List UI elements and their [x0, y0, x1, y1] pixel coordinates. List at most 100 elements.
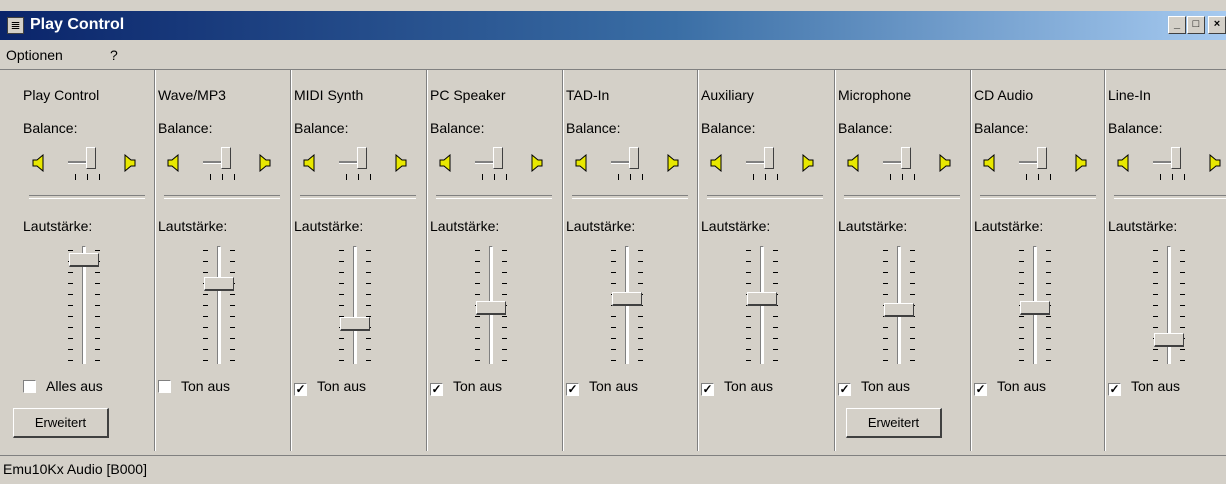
balance-slider-thumb[interactable]: [1037, 147, 1047, 169]
mute-checkbox-row[interactable]: ✓ Ton aus: [294, 378, 366, 396]
mute-checkbox[interactable]: [158, 380, 171, 393]
separator: [300, 195, 416, 199]
balance-slider-thumb[interactable]: [901, 147, 911, 169]
mute-checkbox[interactable]: ✓: [838, 383, 851, 396]
balance-slider-thumb[interactable]: [357, 147, 367, 169]
volume-tick: [339, 338, 344, 339]
volume-tick: [638, 261, 643, 262]
mute-checkbox[interactable]: ✓: [701, 383, 714, 396]
volume-tick: [1019, 338, 1024, 339]
advanced-button[interactable]: Erweitert: [13, 408, 109, 438]
volume-tick: [230, 349, 235, 350]
balance-slider-thumb[interactable]: [1171, 147, 1181, 169]
volume-tick: [910, 360, 915, 361]
volume-tick: [1180, 283, 1185, 284]
volume-tick: [1180, 349, 1185, 350]
volume-tick: [366, 294, 371, 295]
balance-slider-thumb[interactable]: [764, 147, 774, 169]
balance-tick: [777, 174, 778, 180]
volume-tick: [230, 305, 235, 306]
volume-slider-thumb[interactable]: [476, 301, 506, 316]
volume-tick: [230, 294, 235, 295]
balance-label: Balance:: [1108, 120, 1163, 136]
volume-slider-thumb[interactable]: [747, 291, 777, 306]
title-bar[interactable]: ≣ Play Control _ □ ×: [0, 11, 1226, 40]
mute-checkbox-row[interactable]: ✓ Ton aus: [1108, 378, 1180, 396]
volume-tick: [611, 327, 616, 328]
balance-slider-thumb[interactable]: [221, 147, 231, 169]
volume-tick: [1180, 360, 1185, 361]
volume-slider-thumb[interactable]: [612, 291, 642, 306]
volume-track[interactable]: [217, 246, 221, 364]
channel-strip: Auxiliary Balance: Lautstärke: ✓ Ton aus: [697, 70, 835, 451]
mute-checkbox[interactable]: ✓: [430, 383, 443, 396]
mute-checkbox-row[interactable]: Ton aus: [158, 378, 230, 394]
speaker-left-icon: [575, 153, 589, 173]
mute-checkbox[interactable]: ✓: [1108, 383, 1121, 396]
minimize-button[interactable]: _: [1168, 16, 1186, 34]
mute-label: Ton aus: [724, 378, 774, 394]
volume-tick: [1153, 283, 1158, 284]
maximize-button[interactable]: □: [1187, 16, 1205, 34]
speaker-right-icon: [1207, 153, 1221, 173]
balance-slider-thumb[interactable]: [629, 147, 639, 169]
balance-tick: [506, 174, 507, 180]
balance-tick: [75, 174, 76, 180]
volume-tick: [1180, 316, 1185, 317]
volume-tick: [883, 338, 888, 339]
volume-tick: [611, 316, 616, 317]
volume-tick: [366, 283, 371, 284]
mute-checkbox[interactable]: [23, 380, 36, 393]
separator: [164, 195, 280, 199]
volume-tick: [611, 250, 616, 251]
advanced-button[interactable]: Erweitert: [846, 408, 942, 438]
volume-tick: [230, 360, 235, 361]
volume-tick: [475, 283, 480, 284]
volume-tick: [883, 272, 888, 273]
mute-checkbox[interactable]: ✓: [974, 383, 987, 396]
mute-checkbox[interactable]: ✓: [294, 383, 307, 396]
mute-checkbox-row[interactable]: ✓ Ton aus: [566, 378, 638, 396]
volume-slider-thumb[interactable]: [204, 277, 234, 292]
volume-slider-thumb[interactable]: [69, 253, 99, 268]
volume-tick: [910, 250, 915, 251]
volume-tick: [1019, 327, 1024, 328]
balance-slider-thumb[interactable]: [493, 147, 503, 169]
volume-tick: [502, 349, 507, 350]
mute-checkbox-row[interactable]: ✓ Ton aus: [701, 378, 773, 396]
volume-tick: [95, 272, 100, 273]
balance-tick: [346, 174, 347, 180]
volume-tick: [910, 338, 915, 339]
channel-strip: CD Audio Balance: Lautstärke: ✓ Ton aus: [970, 70, 1105, 451]
balance-slider-thumb[interactable]: [86, 147, 96, 169]
channel-name: Play Control: [23, 87, 100, 103]
volume-tick: [1180, 261, 1185, 262]
volume-tick: [230, 261, 235, 262]
volume-slider-thumb[interactable]: [1154, 333, 1184, 348]
menu-help[interactable]: ?: [110, 47, 118, 63]
volume-tick: [773, 360, 778, 361]
volume-slider-thumb[interactable]: [884, 303, 914, 318]
mute-checkbox-row[interactable]: ✓ Ton aus: [974, 378, 1046, 396]
volume-tick: [1046, 250, 1051, 251]
volume-slider-thumb[interactable]: [340, 316, 370, 331]
volume-slider-thumb[interactable]: [1020, 301, 1050, 316]
balance-tick: [222, 174, 223, 180]
close-button[interactable]: ×: [1208, 16, 1226, 34]
volume-tick: [746, 272, 751, 273]
mute-checkbox-row[interactable]: ✓ Ton aus: [430, 378, 502, 396]
volume-tick: [773, 261, 778, 262]
mixer-icon[interactable]: ≣: [7, 17, 24, 34]
volume-tick: [502, 338, 507, 339]
mute-checkbox-row[interactable]: ✓ Ton aus: [838, 378, 910, 396]
volume-tick: [611, 272, 616, 273]
volume-tick: [638, 272, 643, 273]
volume-tick: [475, 360, 480, 361]
volume-tick: [95, 294, 100, 295]
balance-tick: [642, 174, 643, 180]
mute-checkbox[interactable]: ✓: [566, 383, 579, 396]
volume-track[interactable]: [353, 246, 357, 364]
channel-strip-area: Play Control Balance: Lautstärke: Alles aus…: [0, 70, 1226, 451]
mute-checkbox-row[interactable]: Alles aus: [23, 378, 103, 394]
menu-options[interactable]: Optionen: [6, 47, 63, 63]
